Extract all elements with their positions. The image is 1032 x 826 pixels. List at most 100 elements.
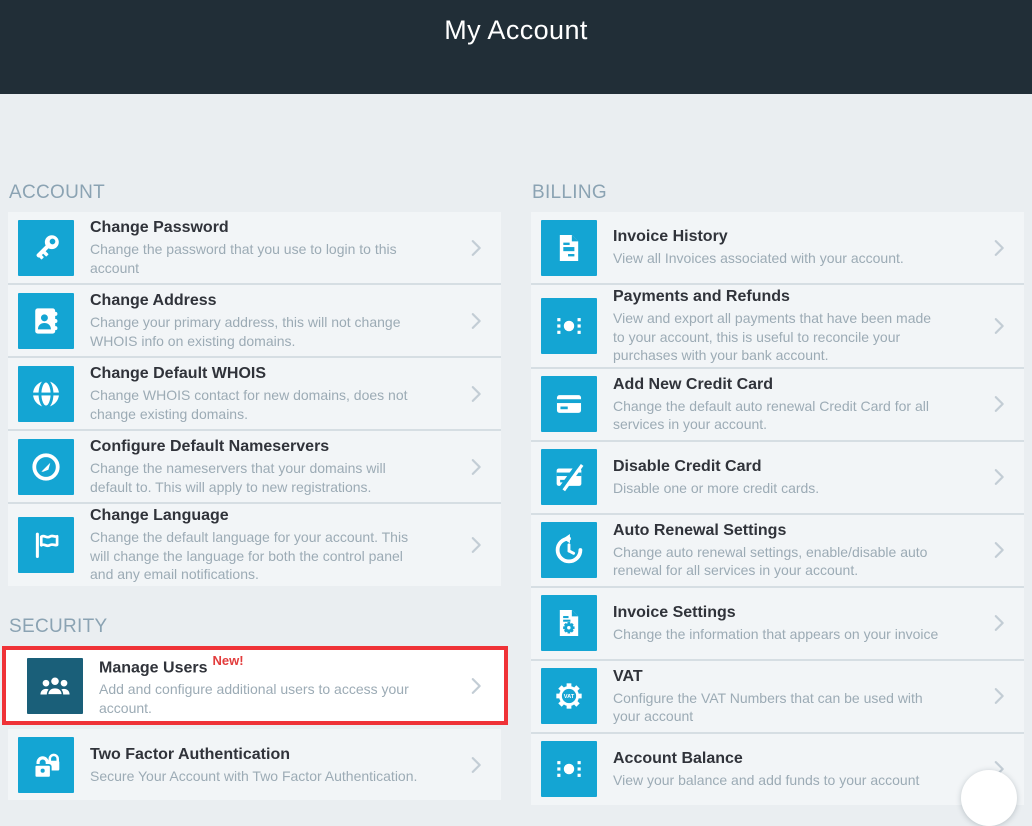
item-title: Configure Default Nameservers [90, 437, 423, 457]
item-description: Change the default language for your acc… [90, 528, 423, 584]
item-text: Two Factor Authentication Secure Your Ac… [90, 745, 465, 786]
settings-item-change-default-whois[interactable]: Change Default WHOIS Change WHOIS contac… [8, 356, 501, 429]
left-column: ACCOUNT Change Password Change the passw… [8, 182, 501, 800]
item-text: Payments and Refunds View and export all… [613, 287, 988, 365]
settings-item-account-balance[interactable]: Account Balance View your balance and ad… [531, 732, 1024, 805]
item-title: Change Address [90, 291, 423, 311]
item-text: Invoice Settings Change the information … [613, 603, 988, 644]
item-title: Account Balance [613, 749, 946, 769]
item-title: Invoice History [613, 227, 946, 247]
settings-item-change-password[interactable]: Change Password Change the password that… [8, 212, 501, 283]
chevron-right-icon [988, 315, 1010, 337]
item-title: VAT [613, 667, 946, 687]
item-title: Invoice Settings [613, 603, 946, 623]
users-icon [27, 658, 83, 714]
chevron-right-icon [465, 754, 487, 776]
history-icon [541, 522, 597, 578]
new-badge: New! [213, 653, 244, 668]
invoice-gear-icon [541, 595, 597, 651]
item-title: Manage Users [99, 659, 208, 676]
chevron-right-icon [465, 383, 487, 405]
item-description: Configure the VAT Numbers that can be us… [613, 689, 946, 726]
item-title: Change Language [90, 506, 423, 526]
item-text: Invoice History View all Invoices associ… [613, 227, 988, 268]
highlight-box: Manage Users New! Add and configure addit… [2, 646, 508, 726]
chevron-right-icon [988, 466, 1010, 488]
item-text: Disable Credit Card Disable one or more … [613, 457, 988, 498]
section-heading-security: SECURITY [9, 616, 501, 638]
section-heading-account: ACCOUNT [9, 182, 501, 204]
settings-item-disable-credit-card[interactable]: Disable Credit Card Disable one or more … [531, 440, 1024, 513]
item-description: View all Invoices associated with your a… [613, 249, 946, 268]
item-description: Change the default auto renewal Credit C… [613, 397, 946, 434]
chevron-right-icon [988, 393, 1010, 415]
chat-widget[interactable] [961, 770, 1017, 826]
settings-item-auto-renewal-settings[interactable]: Auto Renewal Settings Change auto renewa… [531, 513, 1024, 586]
chevron-right-icon [988, 685, 1010, 707]
vat-icon [541, 668, 597, 724]
page-header: My Account [0, 0, 1032, 94]
item-description: Change auto renewal settings, enable/dis… [613, 543, 946, 580]
section-security: SECURITY Manage Users New! Add and config… [8, 616, 501, 801]
item-description: Change the nameservers that your domains… [90, 459, 423, 496]
chevron-right-icon [988, 539, 1010, 561]
address-book-icon [18, 293, 74, 349]
settings-item-invoice-settings[interactable]: Invoice Settings Change the information … [531, 586, 1024, 659]
globe-icon [18, 366, 74, 422]
compass-icon [18, 439, 74, 495]
item-title: Add New Credit Card [613, 375, 946, 395]
item-description: Change the password that you use to logi… [90, 240, 423, 277]
locks-icon [18, 737, 74, 793]
settings-item-vat[interactable]: VAT Configure the VAT Numbers that can b… [531, 659, 1024, 732]
item-title: Auto Renewal Settings [613, 521, 946, 541]
key-icon [18, 220, 74, 276]
chevron-right-icon [988, 237, 1010, 259]
item-description: Disable one or more credit cards. [613, 479, 946, 498]
item-text: Change Address Change your primary addre… [90, 291, 465, 350]
banknote-icon [541, 298, 597, 354]
item-description: Change your primary address, this will n… [90, 313, 423, 350]
chevron-right-icon [465, 675, 487, 697]
billing-items: Invoice History View all Invoices associ… [531, 212, 1024, 805]
item-text: Change Default WHOIS Change WHOIS contac… [90, 364, 465, 423]
item-description: Change the information that appears on y… [613, 625, 946, 644]
section-account: ACCOUNT Change Password Change the passw… [8, 182, 501, 586]
item-description: Add and configure additional users to ac… [99, 680, 423, 717]
section-heading-billing: BILLING [532, 182, 1024, 204]
item-title: Change Default WHOIS [90, 364, 423, 384]
item-title-line: Manage Users New! [99, 654, 423, 678]
disabled-card-icon [541, 449, 597, 505]
chevron-right-icon [465, 456, 487, 478]
account-items: Change Password Change the password that… [8, 212, 501, 586]
security-items: Manage Users New! Add and configure addit… [8, 646, 501, 801]
right-column: BILLING Invoice History View all Invoice… [531, 182, 1024, 805]
section-billing: BILLING Invoice History View all Invoice… [531, 182, 1024, 805]
item-text: Manage Users New! Add and configure addit… [99, 654, 465, 718]
banknote-icon [541, 741, 597, 797]
settings-item-change-address[interactable]: Change Address Change your primary addre… [8, 283, 501, 356]
item-description: Change WHOIS contact for new domains, do… [90, 386, 423, 423]
settings-item-add-new-credit-card[interactable]: Add New Credit Card Change the default a… [531, 367, 1024, 440]
settings-grid: ACCOUNT Change Password Change the passw… [0, 94, 1032, 805]
item-text: Auto Renewal Settings Change auto renewa… [613, 521, 988, 580]
item-title: Two Factor Authentication [90, 745, 423, 765]
settings-item-change-language[interactable]: Change Language Change the default langu… [8, 502, 501, 586]
flag-icon [18, 517, 74, 573]
item-description: View your balance and add funds to your … [613, 771, 946, 790]
settings-item-manage-users[interactable]: Manage Users New! Add and configure addit… [9, 652, 501, 720]
page-title: My Account [0, 0, 1032, 46]
item-title: Payments and Refunds [613, 287, 946, 307]
item-title: Change Password [90, 218, 423, 238]
item-text: Account Balance View your balance and ad… [613, 749, 988, 790]
chevron-right-icon [465, 237, 487, 259]
settings-item-two-factor-authentication[interactable]: Two Factor Authentication Secure Your Ac… [8, 729, 501, 800]
settings-item-payments-and-refunds[interactable]: Payments and Refunds View and export all… [531, 283, 1024, 367]
item-text: Change Language Change the default langu… [90, 506, 465, 584]
chevron-right-icon [465, 534, 487, 556]
chevron-right-icon [465, 310, 487, 332]
settings-item-invoice-history[interactable]: Invoice History View all Invoices associ… [531, 212, 1024, 283]
settings-item-configure-default-nameservers[interactable]: Configure Default Nameservers Change the… [8, 429, 501, 502]
invoice-icon [541, 220, 597, 276]
item-description: View and export all payments that have b… [613, 309, 946, 365]
item-text: Configure Default Nameservers Change the… [90, 437, 465, 496]
